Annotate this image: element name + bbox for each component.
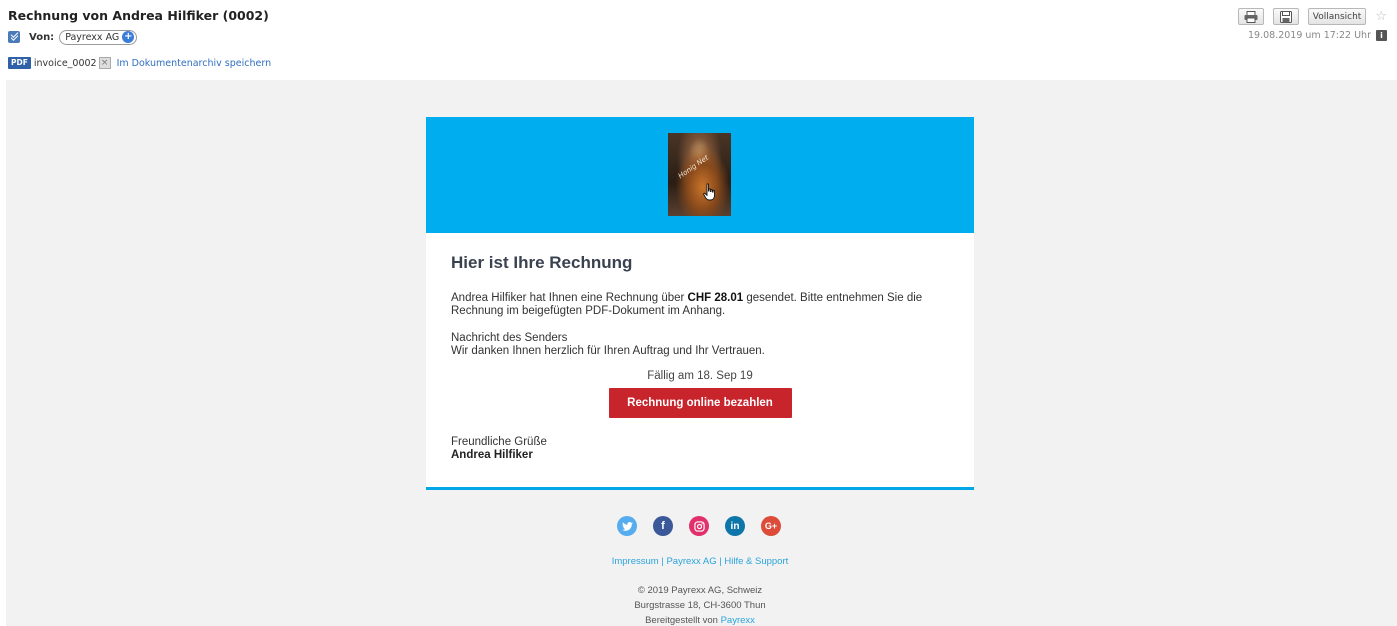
date-row: 19.08.2019 um 17:22 Uhr i xyxy=(1248,30,1387,41)
social-links: f in G+ xyxy=(617,516,781,536)
link-separator: | xyxy=(661,556,664,567)
para-prefix: Andrea Hilfiker hat Ihnen eine Rechnung … xyxy=(451,292,688,304)
pay-online-button[interactable]: Rechnung online bezahlen xyxy=(608,388,792,418)
sender-name: Payrexx AG xyxy=(65,31,120,43)
footer-links: Impressum | Payrexx AG | Hilfe & Support xyxy=(426,556,974,567)
facebook-icon[interactable]: f xyxy=(653,516,673,536)
expand-details-icon[interactable] xyxy=(8,31,20,43)
email-card: Honig Net Hier ist Ihre Rechnung Andrea … xyxy=(426,117,974,490)
email-content: Hier ist Ihre Rechnung Andrea Hilfiker h… xyxy=(426,233,974,462)
provided-by: Bereitgestellt von Payrexx xyxy=(426,613,974,626)
instagram-icon[interactable] xyxy=(689,516,709,536)
toolbar: Vollansicht ☆ xyxy=(1237,8,1387,25)
message-label: Nachricht des Senders xyxy=(451,332,568,344)
merchant-logo: Honig Net xyxy=(668,133,731,216)
remove-attachment-icon[interactable]: × xyxy=(98,57,111,69)
printer-icon xyxy=(1244,10,1258,23)
pdf-icon: PDF xyxy=(8,57,31,69)
logo-text: Honig Net xyxy=(676,153,711,181)
email-banner: Honig Net xyxy=(426,117,974,233)
from-row: Von: Payrexx AG + xyxy=(8,28,138,46)
provided-by-prefix: Bereitgestellt von xyxy=(645,615,718,626)
provided-by-link[interactable]: Payrexx xyxy=(721,615,755,626)
impressum-link[interactable]: Impressum xyxy=(612,556,659,567)
google-plus-icon[interactable]: G+ xyxy=(761,516,781,536)
mail-subject: Rechnung von Andrea Hilfiker (0002) xyxy=(8,8,269,23)
payrexx-link[interactable]: Payrexx AG xyxy=(666,556,716,567)
address-text: Burgstrasse 18, CH-3600 Thun xyxy=(634,600,766,611)
sender-chip[interactable]: Payrexx AG + xyxy=(59,29,138,45)
info-icon[interactable]: i xyxy=(1376,30,1387,41)
link-separator: | xyxy=(719,556,722,567)
instagram-camera-glyph xyxy=(693,520,705,532)
attachment-row: PDF invoice_0002 × Im Dokumentenarchiv s… xyxy=(8,55,271,71)
linkedin-icon[interactable]: in xyxy=(725,516,745,536)
print-button[interactable] xyxy=(1237,8,1264,25)
twitter-bird-glyph xyxy=(621,521,633,531)
message-text: Wir danken Ihnen herzlich für Ihren Auft… xyxy=(451,345,765,357)
invoice-paragraph: Andrea Hilfiker hat Ihnen eine Rechnung … xyxy=(451,292,949,318)
copyright-text: © 2019 Payrexx AG, Schweiz xyxy=(637,585,763,596)
support-link[interactable]: Hilfe & Support xyxy=(724,556,788,567)
attachment-name[interactable]: invoice_0002 xyxy=(34,58,97,69)
pay-button-wrap: Rechnung online bezahlen xyxy=(451,388,949,418)
invoice-amount: CHF 28.01 xyxy=(687,292,744,304)
footer-info: © 2019 Payrexx AG, Schweiz Burgstrasse 1… xyxy=(426,583,974,626)
star-icon[interactable]: ☆ xyxy=(1375,10,1387,23)
signer-name: Andrea Hilfiker xyxy=(451,449,533,461)
greeting: Freundliche Grüße xyxy=(451,436,547,448)
floppy-icon xyxy=(1279,10,1292,23)
due-date: Fällig am 18. Sep 19 xyxy=(647,370,753,382)
mail-header: Rechnung von Andrea Hilfiker (0002) Von:… xyxy=(0,0,1397,74)
add-contact-icon[interactable]: + xyxy=(122,31,135,43)
save-button[interactable] xyxy=(1272,8,1299,25)
email-heading: Hier ist Ihre Rechnung xyxy=(451,253,633,272)
mail-body: Honig Net Hier ist Ihre Rechnung Andrea … xyxy=(6,80,1397,626)
from-label: Von: xyxy=(29,31,55,43)
save-to-archive-link[interactable]: Im Dokumentenarchiv speichern xyxy=(117,58,272,69)
mail-date: 19.08.2019 um 17:22 Uhr xyxy=(1248,30,1371,41)
fullview-button[interactable]: Vollansicht xyxy=(1307,8,1367,25)
hand-cursor-icon xyxy=(703,183,715,201)
twitter-icon[interactable] xyxy=(617,516,637,536)
